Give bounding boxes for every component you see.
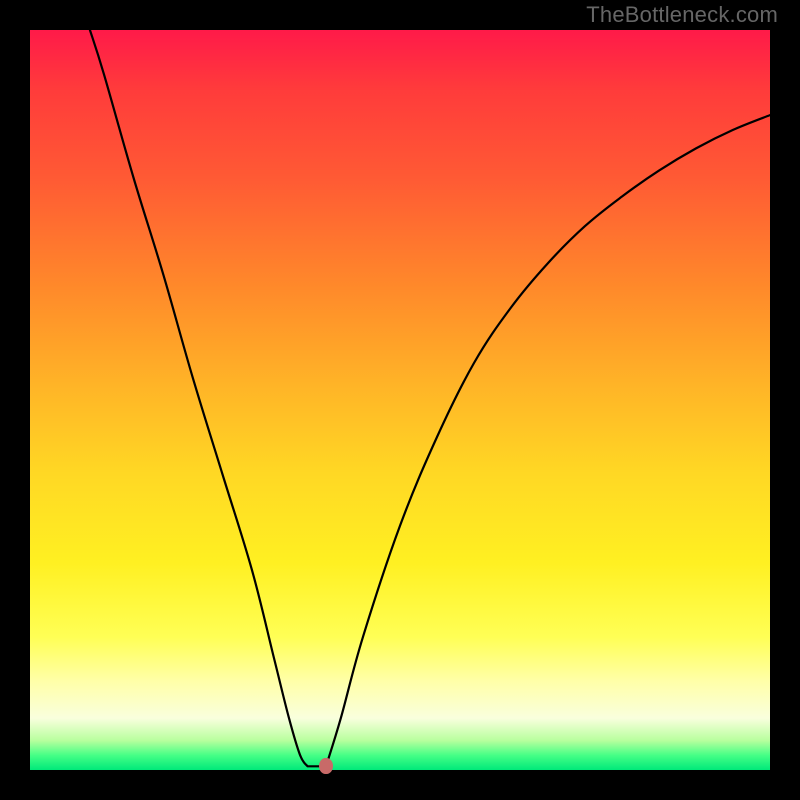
plot-area [30,30,770,770]
chart-frame: TheBottleneck.com [0,0,800,800]
bottleneck-curve [30,30,770,770]
watermark-text: TheBottleneck.com [586,2,778,28]
curve-path [90,30,770,766]
min-marker [319,758,333,774]
